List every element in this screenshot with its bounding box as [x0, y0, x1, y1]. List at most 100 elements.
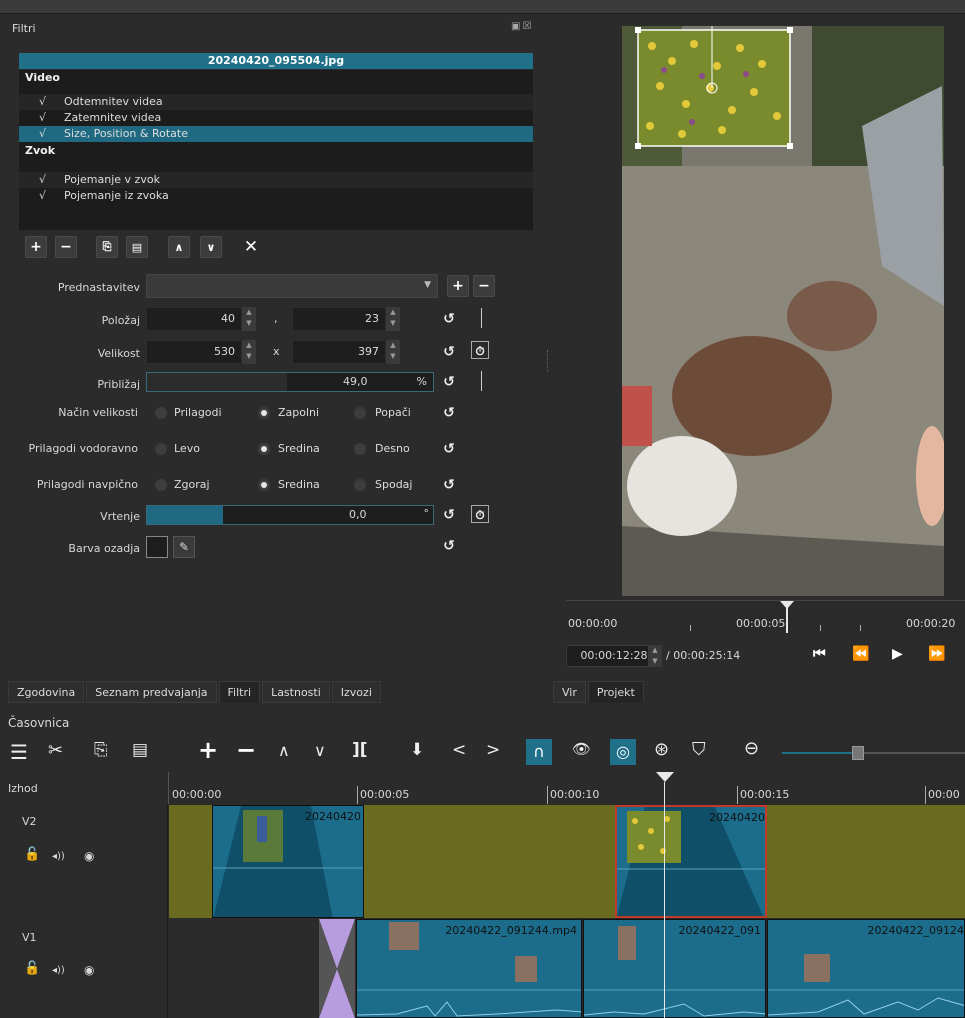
- lock-icon[interactable]: 🔓: [24, 847, 40, 862]
- radio-distort[interactable]: [354, 407, 366, 419]
- reset-bg-color-icon[interactable]: ↺: [440, 537, 458, 555]
- radio-left[interactable]: [155, 443, 167, 455]
- snap-icon[interactable]: ∩: [526, 739, 552, 765]
- video-preview[interactable]: [622, 26, 944, 596]
- size-height-input[interactable]: 397: [292, 340, 386, 364]
- ripple-markers-icon[interactable]: ⛉: [692, 739, 706, 760]
- paste-icon[interactable]: ▤: [132, 740, 148, 760]
- fast-forward-icon[interactable]: ⏩: [928, 646, 945, 662]
- timeline-ruler[interactable]: Izhod 00:00:00 00:00:05 00:00:10 00:00:1…: [0, 772, 965, 804]
- remove-icon[interactable]: −: [236, 736, 256, 764]
- previous-marker-icon[interactable]: <: [452, 740, 466, 760]
- tab-project[interactable]: Projekt: [587, 681, 644, 703]
- play-icon[interactable]: ▶: [892, 646, 903, 662]
- marker-icon[interactable]: ⬇: [410, 740, 424, 760]
- eye-icon[interactable]: ◉: [84, 849, 94, 863]
- split-icon[interactable]: ][: [352, 740, 368, 760]
- move-up-button[interactable]: ∧: [168, 236, 190, 258]
- menu-icon[interactable]: ☰: [10, 740, 28, 764]
- player-ruler[interactable]: 00:00:00 00:00:05 00:00:20: [566, 600, 965, 634]
- clip-v1-1[interactable]: 20240422_091244.mp4: [356, 919, 582, 1018]
- tab-properties[interactable]: Lastnosti: [262, 681, 330, 703]
- bg-color-swatch[interactable]: [146, 536, 168, 558]
- filter-item[interactable]: √ Pojemanje iz zvoka: [19, 188, 533, 204]
- zoom-out-icon[interactable]: ⊖: [744, 738, 759, 759]
- clip-v1-3[interactable]: 20240422_09124: [767, 919, 965, 1018]
- keyframe-stopwatch-icon[interactable]: ⏱: [471, 341, 489, 359]
- filter-list[interactable]: Video √ Odtemnitev videa √ Zatemnitev vi…: [19, 70, 533, 230]
- track-v1[interactable]: 20240422_091244.mp4 20240422_091 2024042…: [169, 919, 965, 1018]
- eyedropper-icon[interactable]: ✎: [173, 536, 195, 558]
- radio-right[interactable]: [354, 443, 366, 455]
- size-width-input[interactable]: 530: [146, 340, 242, 364]
- tab-source[interactable]: Vir: [553, 681, 586, 703]
- rewind-icon[interactable]: ⏪: [852, 646, 869, 662]
- filter-item[interactable]: √ Odtemnitev videa: [19, 94, 533, 110]
- position-x-input[interactable]: 40: [146, 307, 242, 331]
- tab-filters[interactable]: Filtri: [218, 681, 261, 703]
- radio-v-center[interactable]: [258, 479, 270, 491]
- panel-float-close-icons[interactable]: ▣☒: [511, 21, 533, 32]
- clip-v1-2[interactable]: 20240422_091: [583, 919, 766, 1018]
- delete-preset-button[interactable]: −: [473, 275, 495, 297]
- next-marker-icon[interactable]: >: [486, 740, 500, 760]
- tab-playlist[interactable]: Seznam predvajanja: [86, 681, 217, 703]
- reset-zoom-icon[interactable]: ↺: [440, 373, 458, 391]
- position-x-spinner[interactable]: ▲ ▼: [242, 307, 256, 331]
- rotation-slider[interactable]: 0,0 °: [146, 505, 434, 525]
- radio-fill[interactable]: [258, 407, 270, 419]
- remove-filter-button[interactable]: −: [55, 236, 77, 258]
- copy-filter-button[interactable]: ⎘: [96, 236, 118, 258]
- radio-bottom[interactable]: [354, 479, 366, 491]
- track-v2[interactable]: 20240420 20240420: [169, 805, 965, 918]
- reset-position-icon[interactable]: ↺: [440, 310, 458, 328]
- mute-icon[interactable]: ◂)): [52, 965, 65, 976]
- position-y-input[interactable]: 23: [292, 307, 386, 331]
- check-icon[interactable]: √: [39, 110, 46, 126]
- check-icon[interactable]: √: [39, 126, 46, 142]
- reset-size-icon[interactable]: ↺: [440, 343, 458, 361]
- cut-icon[interactable]: ✂: [48, 740, 63, 761]
- transition-block[interactable]: [319, 919, 355, 1018]
- paste-filter-button[interactable]: ▤: [126, 236, 148, 258]
- filter-item[interactable]: √ Pojemanje v zvok: [19, 172, 533, 188]
- ripple-all-tracks-icon[interactable]: ⊛: [654, 739, 669, 760]
- filter-item[interactable]: √ Zatemnitev videa: [19, 110, 533, 126]
- tab-history[interactable]: Zgodovina: [8, 681, 85, 703]
- reset-size-mode-icon[interactable]: ↺: [440, 404, 458, 422]
- check-icon[interactable]: √: [39, 172, 46, 188]
- lift-icon[interactable]: ∧: [278, 741, 290, 760]
- reset-rotation-icon[interactable]: ↺: [440, 506, 458, 524]
- zoom-slider[interactable]: 49,0 %: [146, 372, 434, 392]
- filter-item-selected[interactable]: √ Size, Position & Rotate: [19, 126, 533, 142]
- clip-v2-2-selected[interactable]: 20240420: [615, 805, 767, 918]
- splitter-handle[interactable]: [547, 350, 549, 372]
- radio-fit[interactable]: [155, 407, 167, 419]
- size-width-spinner[interactable]: ▲ ▼: [242, 340, 256, 364]
- check-icon[interactable]: √: [39, 188, 46, 204]
- time-spinner[interactable]: ▲ ▼: [648, 645, 662, 667]
- overwrite-icon[interactable]: ∨: [314, 741, 326, 760]
- keyframe-stopwatch-icon[interactable]: ⏱: [471, 505, 489, 523]
- check-icon[interactable]: √: [39, 94, 46, 110]
- scrub-icon[interactable]: 👁: [572, 740, 591, 758]
- preset-dropdown[interactable]: ▼: [146, 274, 438, 298]
- save-preset-button[interactable]: +: [447, 275, 469, 297]
- skip-to-start-icon[interactable]: ⏮: [813, 646, 826, 662]
- reset-h-align-icon[interactable]: ↺: [440, 440, 458, 458]
- deselect-filter-button[interactable]: ✕: [240, 236, 262, 258]
- size-height-spinner[interactable]: ▲ ▼: [386, 340, 400, 364]
- track-header-v1[interactable]: V1 🔓 ◂)) ◉: [0, 919, 168, 1018]
- copy-icon[interactable]: ⎘: [94, 740, 108, 760]
- ripple-icon[interactable]: ◎: [610, 739, 636, 765]
- append-icon[interactable]: +: [198, 736, 218, 764]
- lock-icon[interactable]: 🔓: [24, 961, 40, 976]
- tab-exports[interactable]: Izvozi: [331, 681, 381, 703]
- playhead-marker[interactable]: [656, 772, 674, 782]
- zoom-slider-thumb[interactable]: [852, 746, 864, 760]
- clip-v2-1[interactable]: 20240420: [212, 805, 364, 918]
- mute-icon[interactable]: ◂)): [52, 851, 65, 862]
- radio-top[interactable]: [155, 479, 167, 491]
- reset-v-align-icon[interactable]: ↺: [440, 476, 458, 494]
- add-filter-button[interactable]: +: [25, 236, 47, 258]
